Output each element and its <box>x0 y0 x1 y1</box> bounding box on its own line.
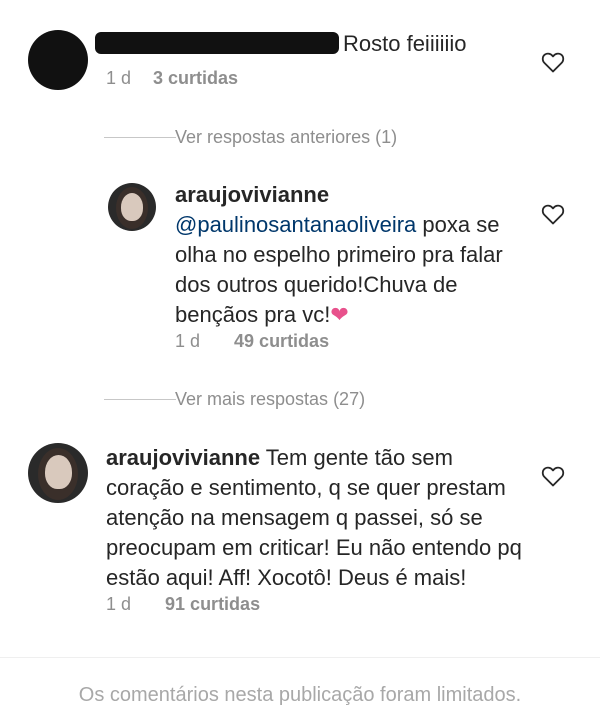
reply-username[interactable]: araujovivianne <box>175 180 515 210</box>
reply-likes[interactable]: 49 curtidas <box>234 331 329 351</box>
comment-time: 1 d <box>106 68 132 88</box>
comment-likes[interactable]: 3 curtidas <box>153 68 238 88</box>
replies-divider <box>104 399 176 400</box>
comment-likes[interactable]: 91 curtidas <box>165 594 260 614</box>
footer-divider <box>0 657 600 658</box>
mention-link[interactable]: @paulinosantanaoliveira <box>175 212 416 237</box>
reply-time: 1 d <box>175 331 201 351</box>
comment-meta: 1 d 91 curtidas <box>106 594 260 615</box>
reply-body: araujovivianne @paulinosantanaoliveira p… <box>175 180 515 330</box>
comments-limited-notice: Os comentários nesta publicação foram li… <box>78 684 522 706</box>
heart-emoji-icon: ❤ <box>330 302 349 327</box>
comment-body: araujovivianne Tem gente tão sem coração… <box>106 443 526 593</box>
comment-time: 1 d <box>106 594 132 614</box>
view-previous-replies-link[interactable]: Ver respostas anteriores (1) <box>175 127 397 148</box>
avatar[interactable] <box>108 183 156 231</box>
avatar[interactable] <box>28 443 88 503</box>
redacted-username <box>95 32 339 54</box>
comment-text: Rosto feiiiiiio <box>343 31 467 56</box>
view-more-replies-link[interactable]: Ver mais respostas (27) <box>175 389 365 410</box>
avatar[interactable] <box>28 30 88 90</box>
heart-icon[interactable] <box>541 203 565 225</box>
replies-divider <box>104 137 176 138</box>
heart-icon[interactable] <box>541 51 565 73</box>
comment-meta: 1 d 3 curtidas <box>106 68 238 89</box>
comment-username[interactable]: araujovivianne <box>106 445 260 470</box>
reply-meta: 1 d 49 curtidas <box>175 331 329 352</box>
heart-icon[interactable] <box>541 465 565 487</box>
